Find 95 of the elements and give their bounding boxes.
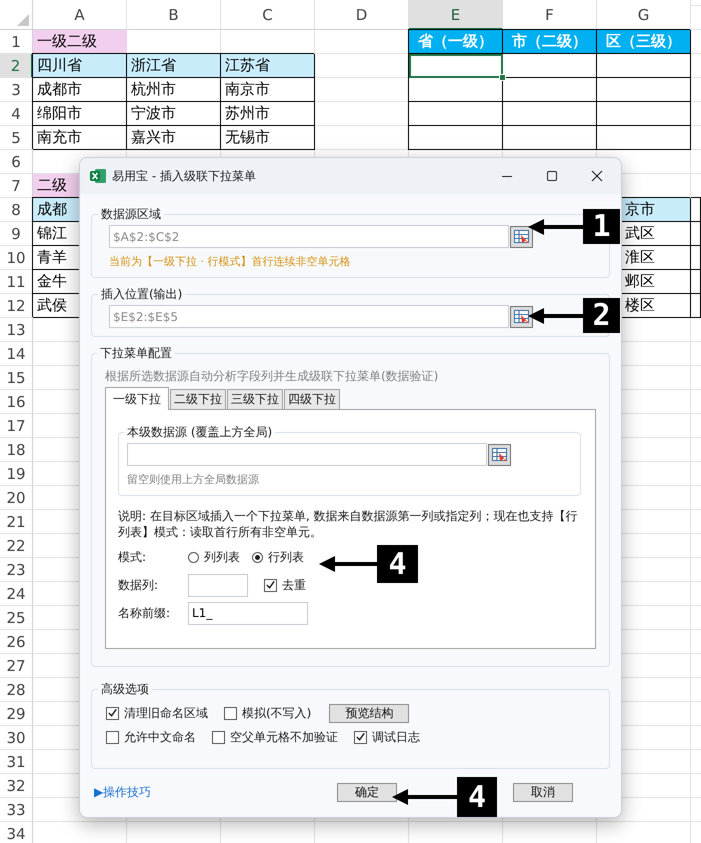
field-label: 数据列: (118, 576, 160, 594)
group-title: 高级选项 (100, 681, 150, 698)
row-number[interactable]: 25 (0, 606, 33, 630)
column-header[interactable]: E (409, 0, 503, 30)
table-cell: 区（三级） (597, 30, 691, 54)
range-select-icon (492, 448, 508, 462)
ok-button[interactable]: 确定 (337, 783, 398, 802)
row-number[interactable]: 26 (0, 630, 33, 654)
checkbox[interactable] (354, 730, 367, 744)
field-label: 名称前缀: (118, 604, 172, 622)
table-cell: 江苏省 (221, 54, 315, 78)
row-number[interactable]: 23 (0, 558, 33, 582)
radio-button[interactable]: 列列表 (188, 548, 240, 566)
tab[interactable]: 一级下拉 (105, 387, 169, 410)
tab[interactable]: 二级下拉 (170, 389, 226, 409)
table-cell: 四川省 (33, 54, 127, 78)
row-number[interactable]: 32 (0, 774, 33, 798)
hint-text: 留空则使用上方全局数据源 (127, 472, 260, 487)
table-cell: 无锡市 (221, 126, 315, 150)
table-cell: 宁波市 (127, 102, 221, 126)
range-select-icon (514, 230, 530, 244)
checkbox[interactable] (106, 730, 119, 744)
row-number[interactable]: 10 (0, 246, 33, 270)
checkbox-label: 调试日志 (372, 728, 420, 746)
row-number[interactable]: 15 (0, 366, 33, 390)
spreadsheet-app-icon (90, 168, 106, 184)
table-cell: 省（一级） (409, 30, 503, 54)
row-number[interactable]: 3 (0, 78, 33, 102)
checkbox-label: 清理旧命名区域 (124, 704, 208, 722)
checkbox-label: 空父单元格不加验证 (230, 728, 338, 746)
row-number[interactable]: 16 (0, 390, 33, 414)
table-cell: 嘉兴市 (127, 126, 221, 150)
step-badge: 1 (583, 209, 620, 244)
table-cell: 浙江省 (127, 54, 221, 78)
row-number[interactable]: 30 (0, 726, 33, 750)
step-badge: 4 (377, 545, 418, 583)
row-number[interactable]: 18 (0, 438, 33, 462)
table-cell: 市（二级） (503, 30, 597, 54)
row-number[interactable]: 11 (0, 270, 33, 294)
input-field[interactable] (127, 443, 487, 466)
cancel-button[interactable]: 取消 (513, 783, 574, 802)
preview-button[interactable]: 预览结构 (329, 704, 410, 722)
table-cell: 南京市 (221, 78, 315, 102)
row-number[interactable]: 4 (0, 102, 33, 126)
explanation-text: 说明: 在目标区域插入一个下拉菜单, 数据来自数据源第一列或指定列；现在也支持【行列表】模式：读取首行所有非空单元。 (118, 508, 578, 540)
range-picker-button[interactable] (510, 306, 533, 328)
checkbox-label: 去重 (282, 576, 306, 594)
range-picker-button[interactable] (510, 226, 533, 248)
row-number[interactable]: 19 (0, 462, 33, 486)
row-number[interactable]: 6 (0, 150, 33, 174)
row-number[interactable]: 14 (0, 342, 33, 366)
checkbox-label: 模拟(不写入) (242, 704, 312, 722)
tips-link[interactable]: ▶操作技巧 (94, 784, 152, 801)
row-number[interactable]: 5 (0, 126, 33, 150)
row-number[interactable]: 29 (0, 702, 33, 726)
step-badge: 4 (457, 777, 497, 817)
tab[interactable]: 四级下拉 (284, 389, 340, 409)
triangle-icon (17, 14, 29, 26)
row-number[interactable]: 31 (0, 750, 33, 774)
row-number[interactable]: 20 (0, 486, 33, 510)
row-number[interactable]: 27 (0, 654, 33, 678)
row-number[interactable]: 21 (0, 510, 33, 534)
close-icon[interactable] (591, 170, 603, 182)
table-cell: 成都市 (33, 78, 127, 102)
checkbox[interactable] (212, 730, 225, 744)
checkbox[interactable] (264, 578, 277, 592)
step-badge: 2 (583, 298, 620, 333)
row-number[interactable]: 34 (0, 822, 33, 843)
row-number[interactable]: 24 (0, 582, 33, 606)
row-number[interactable]: 12 (0, 294, 33, 318)
row-number[interactable]: 2 (0, 54, 33, 78)
row-number[interactable]: 22 (0, 534, 33, 558)
tab[interactable]: 三级下拉 (227, 389, 283, 409)
table-cell: 绵阳市 (33, 102, 127, 126)
radio-button[interactable]: 行列表 (252, 548, 304, 566)
row-number[interactable]: 13 (0, 318, 33, 342)
row-number[interactable]: 28 (0, 678, 33, 702)
checkbox-label: 允许中文命名 (124, 728, 196, 746)
field-label: 模式: (118, 548, 148, 566)
row-number[interactable]: 33 (0, 798, 33, 822)
checkbox[interactable] (106, 706, 119, 720)
group-title: 下拉菜单配置 (99, 345, 173, 362)
maximize-icon[interactable] (546, 170, 558, 182)
table-cell: 杭州市 (127, 78, 221, 102)
group-title: 本级数据源 (覆盖上方全局) (126, 424, 274, 441)
row-number[interactable]: 9 (0, 222, 33, 246)
row-number[interactable]: 17 (0, 414, 33, 438)
input-field[interactable]: L1_ (188, 602, 308, 624)
range-select-icon (514, 310, 530, 324)
description-text: 根据所选数据源自动分析字段列并生成级联下拉菜单(数据验证) (105, 368, 440, 385)
input-field[interactable] (188, 574, 248, 596)
table-cell: 南充市 (33, 126, 127, 150)
table-cell: 苏州市 (221, 102, 315, 126)
checkbox[interactable] (224, 706, 237, 720)
table-cell: 一级二级 (33, 30, 127, 54)
